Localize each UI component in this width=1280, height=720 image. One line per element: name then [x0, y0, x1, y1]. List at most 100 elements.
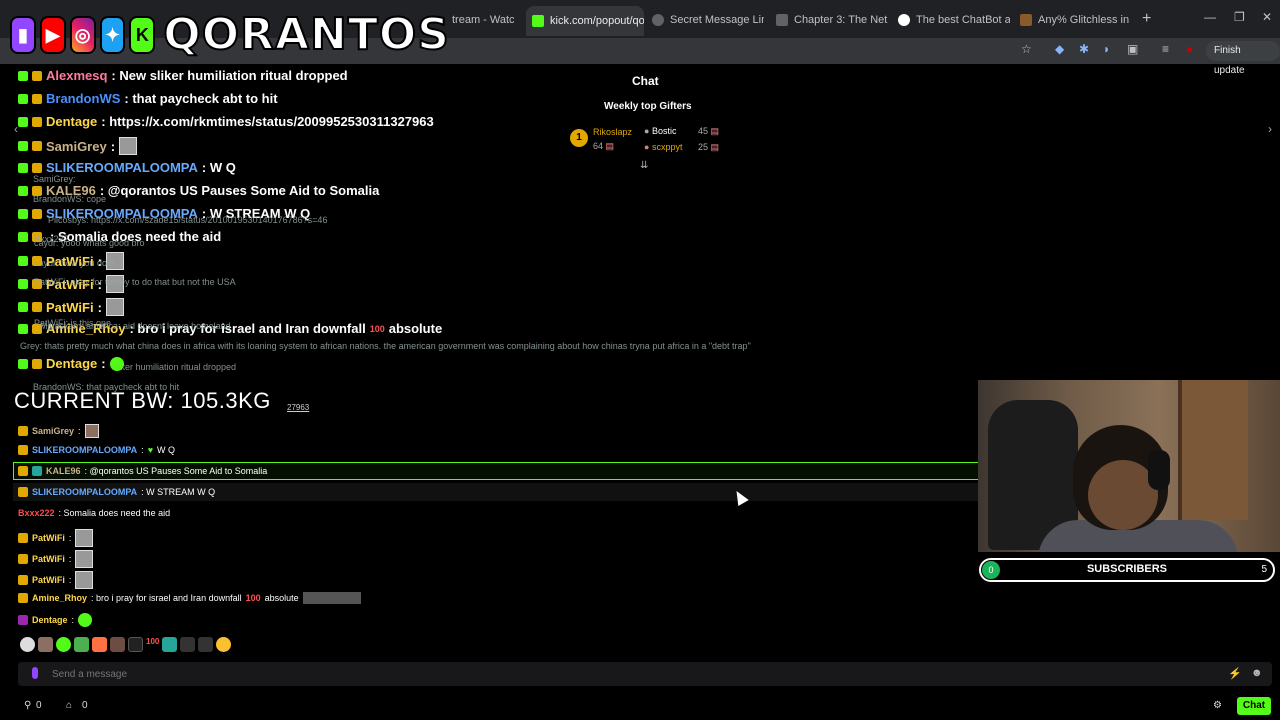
browser-tab[interactable]: The best ChatBot an ✕ [898, 8, 1010, 32]
gifter-name[interactable]: Rikoslapz [593, 127, 632, 137]
chat-username[interactable]: PatWiFi [32, 554, 65, 564]
chat-username[interactable]: Bxxx222 [18, 508, 55, 518]
chat-input[interactable] [52, 664, 1202, 684]
restore-icon[interactable]: ❐ [1234, 10, 1245, 24]
kick-badge-icon [18, 256, 28, 266]
gifter-count-value: 64 [593, 141, 604, 151]
hundred-emote-icon[interactable]: 100 [146, 637, 159, 652]
chat-username[interactable]: SLIKEROOMPALOOMPA [32, 445, 137, 455]
chat-username[interactable]: PatWiFi [32, 533, 65, 543]
banana-badge-icon [32, 358, 42, 369]
emote-icon[interactable] [38, 637, 53, 652]
kick-badge-icon [18, 93, 28, 104]
extension-icon[interactable]: ◆ [1055, 42, 1064, 56]
emote-icon [84, 424, 99, 438]
skull-emote-icon[interactable] [20, 637, 35, 652]
close-window-icon[interactable]: ✕ [1262, 10, 1272, 24]
finish-update-button[interactable]: Finish update [1206, 41, 1280, 76]
emote-icon[interactable] [198, 637, 214, 652]
gifter-row[interactable]: ● Bostic [644, 126, 676, 136]
overlay-chat-username[interactable]: SamiGrey [46, 139, 107, 154]
browser-tab[interactable]: tream - Watc ✕ [452, 8, 522, 32]
extension-icon[interactable]: ◗ [1103, 42, 1110, 56]
gift-box-icon[interactable]: ⌂ [66, 700, 72, 711]
close-icon[interactable]: ✕ [521, 13, 522, 27]
overlay-ghost-text: PatWiFi: okay for turkey to do that but … [34, 277, 236, 287]
settings-icon[interactable]: ⚙ [1213, 700, 1222, 711]
chat-username[interactable]: SLIKEROOMPALOOMPA [32, 487, 137, 497]
overlay-chat-username[interactable]: PatWiFi [46, 300, 94, 315]
browser-tab[interactable]: Any% Glitchless in 1: ✕ [1020, 8, 1132, 32]
gift-icon: ▤ [710, 126, 720, 136]
emote-icon[interactable] [74, 637, 89, 652]
tab-title: tream - Watc [452, 14, 515, 26]
twitch-icon: ▮ [10, 16, 36, 54]
overlay-chat-username[interactable]: Dentage [46, 356, 97, 371]
chat-message: PatWiFi: [18, 550, 94, 568]
kick-badge-icon [18, 208, 28, 219]
command-icon[interactable]: ⚡ [1228, 667, 1242, 680]
chat-message: PatWiFi: [18, 529, 94, 547]
chat-username[interactable]: PatWiFi [32, 575, 65, 585]
emote-icon[interactable] [216, 637, 232, 652]
overlay-chat-text: : [101, 356, 106, 371]
emote-bar: 100 [20, 637, 232, 652]
overlay-chat-username[interactable]: Alexmesq [46, 68, 107, 83]
emote-icon[interactable] [128, 637, 143, 652]
chat-username[interactable]: KALE96 [46, 466, 81, 476]
chevron-left-icon[interactable]: ‹ [14, 122, 18, 136]
chat-message: SLIKEROOMPALOOMPA: ♥ W Q [18, 445, 175, 455]
overlay-chat-username[interactable]: BrandonWS [46, 91, 120, 106]
gift-count: 0 [82, 700, 88, 711]
overlay-chat-username[interactable]: Dentage [46, 114, 97, 129]
overlay-chat-text: : W Q [201, 160, 236, 175]
new-tab-button[interactable]: + [1142, 10, 1151, 28]
gifters-title: Weekly top Gifters [604, 101, 692, 112]
chat-text: : Somalia does need the aid [58, 508, 171, 518]
sticker-emote-icon [75, 529, 94, 547]
banana-badge-icon [32, 208, 42, 219]
media-icon[interactable]: ≡ [1162, 42, 1169, 56]
overlay-chat-message: SamiGrey: [18, 137, 138, 155]
emoji-icon[interactable]: ☻ [1251, 667, 1263, 679]
browser-tab[interactable]: Chapter 3: The Neth ✕ [776, 8, 888, 32]
overlay-chat-username[interactable]: SLIKEROOMPALOOMPA [46, 160, 198, 175]
hundred-emote-icon: 100 [369, 323, 385, 334]
emote-icon [302, 592, 361, 604]
chevron-right-icon[interactable]: › [1268, 122, 1272, 136]
emote-icon[interactable] [180, 637, 196, 652]
chat-username[interactable]: SamiGrey [32, 426, 74, 436]
chat-username[interactable]: Dentage [32, 615, 68, 625]
chat-message: SLIKEROOMPALOOMPA: W STREAM W Q [18, 487, 215, 497]
gifter-row[interactable]: ● scxppyt [644, 142, 682, 152]
chat-text: : [68, 533, 72, 543]
minimize-icon[interactable]: — [1204, 10, 1216, 24]
overlay-chat-message: Alexmesq: New sliker humiliation ritual … [18, 68, 348, 83]
microphone-icon[interactable] [32, 667, 38, 679]
subscriber-goal-bar: SUBSCRIBERS 0 5 [979, 558, 1275, 582]
emote-icon[interactable] [92, 637, 107, 652]
profile-avatar-icon[interactable]: ● [1186, 42, 1193, 56]
extensions-puzzle-icon[interactable]: ▣ [1127, 42, 1138, 56]
twitter-icon: ✦ [99, 16, 126, 54]
tab-title: Secret Message Link [670, 14, 764, 26]
chat-username[interactable]: Amine_Rhoy [32, 593, 87, 603]
emote-icon[interactable] [56, 637, 71, 652]
browser-tab[interactable]: Secret Message Link ✕ [652, 8, 764, 32]
browser-tab-active[interactable]: kick.com/popout/qo ✕ [526, 6, 644, 36]
emote-icon[interactable] [110, 637, 125, 652]
banana-badge-icon [32, 302, 42, 312]
bookmark-star-icon[interactable]: ☆ [1021, 42, 1032, 56]
emote-icon[interactable] [162, 637, 178, 652]
youtube-icon: ▶ [39, 16, 66, 54]
overlay-ghost-text: caydr: how you doin [34, 258, 115, 268]
chat-text: : [78, 426, 81, 436]
extension-icon[interactable]: ✱ [1079, 42, 1089, 56]
chat-message: Dentage: [18, 613, 93, 627]
chat-text: W Q [157, 445, 176, 455]
chat-message: PatWiFi: [18, 571, 94, 589]
webcam-feed [978, 380, 1280, 552]
chat-send-button[interactable]: Chat [1237, 697, 1271, 715]
chat-text: : [68, 575, 72, 585]
collapse-icon[interactable]: ⇊ [640, 160, 648, 171]
